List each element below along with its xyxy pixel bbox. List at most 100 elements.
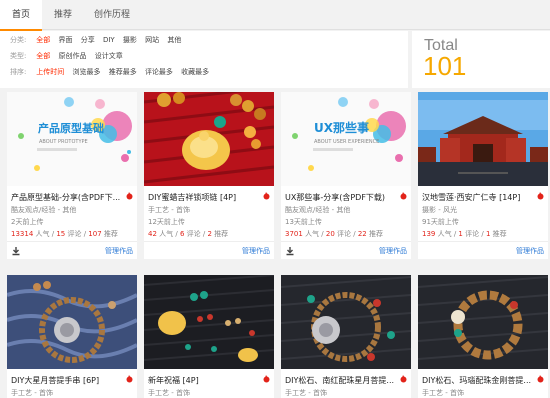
work-card[interactable]: 汉地雪莲·西安广仁寺 [14P] 摄影 - 风光 91天前上传 139 人气 /… xyxy=(418,92,548,259)
work-upload-time: 91天前上传 xyxy=(422,218,459,226)
download-icon[interactable] xyxy=(285,246,295,256)
card-footer: 管理作品 xyxy=(144,241,274,259)
total-box: Total 101 xyxy=(412,31,550,88)
work-category: 手工艺 - 首饰 xyxy=(148,206,190,214)
thumb-subtitle-text: ABOUT USER EXPERIENCE xyxy=(314,139,379,145)
filter-category-site[interactable]: 网站 xyxy=(145,34,159,46)
views-count: 42 xyxy=(148,230,157,238)
work-card[interactable]: DIY松石、玛瑙配珠金刚菩提... 手工艺 - 首饰 xyxy=(418,275,548,398)
manage-work-link[interactable]: 管理作品 xyxy=(516,246,544,256)
filter-type-original[interactable]: 原创作品 xyxy=(58,50,86,62)
work-title[interactable]: DIY蜜蜡吉祥锁项链 [4P] xyxy=(148,192,260,203)
filter-category-photo[interactable]: 摄影 xyxy=(123,34,137,46)
work-category: 手工艺 - 首饰 xyxy=(422,389,464,397)
filter-row-sort: 排序: 上传时间 浏览最多 推荐最多 评论最多 收藏最多 xyxy=(10,66,215,78)
filter-category-share[interactable]: 分享 xyxy=(81,34,95,46)
filter-type-all[interactable]: 全部 xyxy=(36,50,50,62)
comments-count: 20 xyxy=(325,230,335,238)
work-thumbnail[interactable] xyxy=(7,275,137,369)
work-card[interactable]: 产品原型基础 ABOUT PROTOTYPE 产品原型基础-分享(含PDF下..… xyxy=(7,92,137,259)
comments-suffix: 评论 xyxy=(67,230,82,238)
card-footer: 管理作品 xyxy=(281,241,411,259)
comments-count: 6 xyxy=(179,230,185,238)
work-upload-time: 2天前上传 xyxy=(11,218,44,226)
recs-count: 2 xyxy=(207,230,212,238)
work-stats: 13314 人气 / 15 评论 / 107 推荐 xyxy=(11,230,118,238)
work-thumbnail[interactable] xyxy=(144,92,274,186)
filter-category-diy[interactable]: DIY xyxy=(103,34,115,46)
work-card[interactable]: DIY松石、南红配珠星月菩提... 手工艺 - 首饰 xyxy=(281,275,411,398)
work-thumbnail[interactable]: 产品原型基础 ABOUT PROTOTYPE xyxy=(7,92,137,186)
filter-type-article[interactable]: 设计文章 xyxy=(95,50,123,62)
tab-history[interactable]: 创作历程 xyxy=(84,0,140,30)
card-footer: 管理作品 xyxy=(7,241,137,259)
thumb-title-text: 产品原型基础 xyxy=(38,121,104,135)
work-thumbnail[interactable]: UX那些事 ABOUT USER EXPERIENCE xyxy=(281,92,411,186)
filter-sort-label: 排序: xyxy=(10,68,27,76)
work-card[interactable]: DIY蜜蜡吉祥锁项链 [4P] 手工艺 - 首饰 12天前上传 42 人气 / … xyxy=(144,92,274,259)
comments-count: 1 xyxy=(458,230,463,238)
filter-row-type: 类型: 全部 原创作品 设计文章 xyxy=(10,50,129,62)
filter-category-ui[interactable]: 界面 xyxy=(58,34,72,46)
filter-panel: 分类: 全部 界面 分享 DIY 摄影 网站 其他 类型: 全部 原创作品 设计… xyxy=(0,31,408,88)
views-count: 13314 xyxy=(11,230,34,238)
work-category: 酷友观点/经验 - 其他 xyxy=(285,206,351,214)
tab-home[interactable]: 首页 xyxy=(0,0,42,31)
work-thumbnail[interactable] xyxy=(418,275,548,369)
manage-work-link[interactable]: 管理作品 xyxy=(105,246,133,256)
sort-most-recommended[interactable]: 推荐最多 xyxy=(109,66,137,78)
hot-flag-icon xyxy=(400,375,407,383)
sort-most-commented[interactable]: 评论最多 xyxy=(145,66,173,78)
hot-flag-icon xyxy=(126,192,133,200)
work-title[interactable]: DIY大星月菩提手串 [6P] xyxy=(11,375,123,386)
tab-recommend[interactable]: 推荐 xyxy=(42,0,84,30)
sort-upload-time[interactable]: 上传时间 xyxy=(36,66,64,78)
download-icon[interactable] xyxy=(11,246,21,256)
work-thumbnail[interactable] xyxy=(281,275,411,369)
work-thumbnail[interactable] xyxy=(418,92,548,186)
work-category: 摄影 - 风光 xyxy=(422,206,457,214)
thumb-title-text: UX那些事 xyxy=(314,120,369,135)
work-card[interactable]: 新年祝福 [4P] 手工艺 - 首饰 xyxy=(144,275,274,398)
work-stats: 42 人气 / 6 评论 / 2 推荐 xyxy=(148,230,229,238)
work-stats: 3701 人气 / 20 评论 / 22 推荐 xyxy=(285,230,383,238)
manage-work-link[interactable]: 管理作品 xyxy=(379,246,407,256)
work-upload-time: 12天前上传 xyxy=(148,218,185,226)
filter-type-label: 类型: xyxy=(10,52,27,60)
work-title[interactable]: UX那些事-分享(含PDF下载) xyxy=(285,192,397,203)
work-category: 手工艺 - 首饰 xyxy=(11,389,53,397)
recs-count: 1 xyxy=(485,230,491,238)
work-title[interactable]: 汉地雪莲·西安广仁寺 [14P] xyxy=(422,192,534,203)
total-value: 101 xyxy=(423,51,467,81)
comments-count: 15 xyxy=(56,230,66,238)
work-card[interactable]: DIY大星月菩提手串 [6P] 手工艺 - 首饰 xyxy=(7,275,137,398)
work-category: 手工艺 - 首饰 xyxy=(285,389,327,397)
hot-flag-icon xyxy=(126,375,133,383)
hot-flag-icon xyxy=(537,192,544,200)
hot-flag-icon xyxy=(263,375,270,383)
card-footer: 管理作品 xyxy=(418,241,548,259)
filter-category-other[interactable]: 其他 xyxy=(167,34,181,46)
work-thumbnail[interactable] xyxy=(144,275,274,369)
work-card[interactable]: UX那些事 ABOUT USER EXPERIENCE UX那些事-分享(含PD… xyxy=(281,92,411,259)
hot-flag-icon xyxy=(263,192,270,200)
filter-category-all[interactable]: 全部 xyxy=(36,34,50,46)
sort-most-favorited[interactable]: 收藏最多 xyxy=(181,66,209,78)
recs-count: 22 xyxy=(357,230,367,238)
manage-work-link[interactable]: 管理作品 xyxy=(242,246,270,256)
hot-flag-icon xyxy=(537,375,544,383)
work-stats: 139 人气 / 1 评论 / 1 推荐 xyxy=(422,230,507,238)
views-suffix: 人气 xyxy=(35,230,50,238)
thumb-subtitle-text: ABOUT PROTOTYPE xyxy=(39,139,88,145)
work-category: 酷友观点/经验 - 其他 xyxy=(11,206,77,214)
work-title[interactable]: 新年祝福 [4P] xyxy=(148,375,260,386)
hot-flag-icon xyxy=(400,192,407,200)
work-title[interactable]: DIY松石、南红配珠星月菩提... xyxy=(285,375,397,386)
views-count: 3701 xyxy=(285,230,303,238)
work-title[interactable]: 产品原型基础-分享(含PDF下... xyxy=(11,192,123,203)
work-title[interactable]: DIY松石、玛瑙配珠金刚菩提... xyxy=(422,375,534,386)
sort-most-viewed[interactable]: 浏览最多 xyxy=(72,66,100,78)
views-count: 139 xyxy=(422,230,436,238)
filter-row-category: 分类: 全部 界面 分享 DIY 摄影 网站 其他 xyxy=(10,34,187,46)
recs-count: 107 xyxy=(88,230,102,238)
